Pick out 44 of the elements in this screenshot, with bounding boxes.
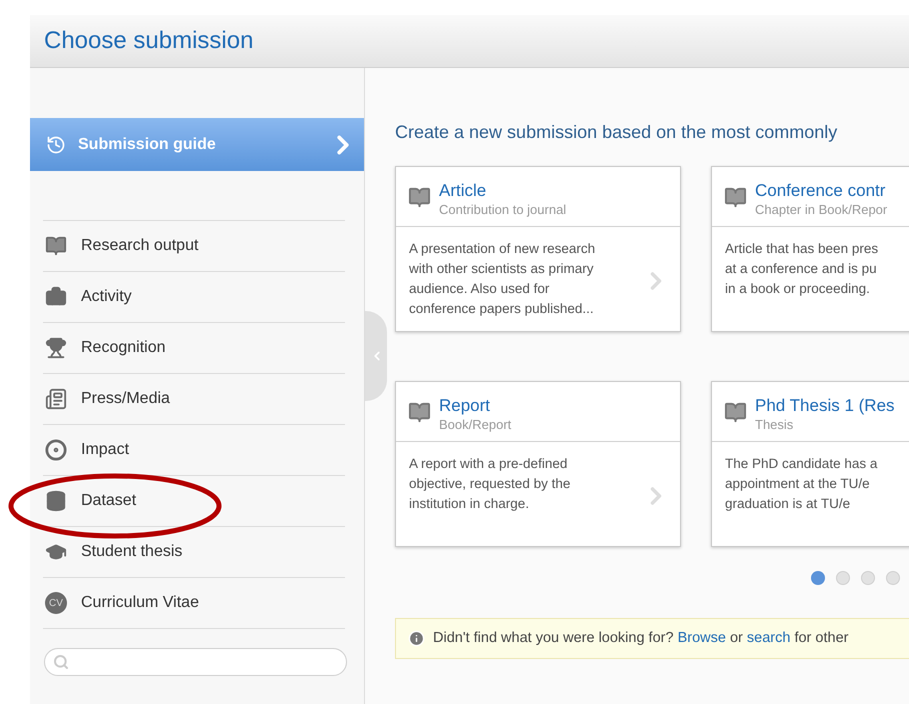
cv-icon: CV: [45, 592, 67, 614]
sidebar-item[interactable]: Impact: [43, 425, 345, 476]
card-title: Report: [439, 396, 492, 416]
card-subtitle: Chapter in Book/Repor: [755, 201, 888, 219]
database-icon: [45, 490, 67, 512]
submission-card[interactable]: Article Contribution to journal A presentation of new research with other scientists as primary audience. Also used for conference papers published...: [395, 166, 681, 332]
history-icon: [46, 134, 66, 154]
submission-card[interactable]: Phd Thesis 1 (Res Thesis The PhD candidate has a appointment at the TU/e graduation is at TU/e: [711, 381, 909, 547]
card-subtitle: Thesis: [755, 416, 794, 434]
book-icon: [408, 186, 431, 209]
card-subtitle: Contribution to journal: [439, 201, 566, 219]
briefcase-icon: [45, 286, 67, 308]
target-icon: [45, 439, 67, 461]
sidebar-item[interactable]: Activity: [43, 272, 345, 323]
search-field[interactable]: [44, 648, 347, 676]
card-title: Phd Thesis 1 (Res: [755, 396, 895, 416]
submission-card[interactable]: Report Book/Report A report with a pre-defined objective, requested by the institution in charge.: [395, 381, 681, 547]
sidebar-item[interactable]: Recognition: [43, 323, 345, 374]
card-subtitle: Book/Report: [439, 416, 512, 434]
card-description: A presentation of new research with other scientists as primary audience. Also used for conference papers published...: [409, 240, 596, 318]
trophy-icon: [45, 337, 67, 359]
submission-card[interactable]: Conference contr Chapter in Book/Repor Article that has been pres at a conference and is pu in a book or proceeding.: [711, 166, 909, 332]
sidebar-item[interactable]: Press/Media: [43, 374, 345, 425]
card-title: Article: [439, 181, 488, 201]
browse-link[interactable]: Browse: [678, 630, 726, 646]
book-icon: [724, 401, 747, 424]
book-icon: [45, 235, 67, 257]
card-description: Article that has been pres at a conference and is pu in a book or proceeding.: [725, 240, 878, 298]
sidebar-item[interactable]: CV Curriculum Vitae: [43, 578, 345, 629]
search-icon: [53, 654, 69, 670]
section-heading: Create a new submission based on the most commonly: [395, 121, 838, 144]
card-description: The PhD candidate has a appointment at the TU/e graduation is at TU/e: [725, 455, 878, 513]
newspaper-icon: [45, 388, 67, 410]
search-link[interactable]: search: [746, 630, 790, 646]
book-icon: [724, 186, 747, 209]
page-title: Choose submission: [44, 26, 254, 56]
sidebar-item[interactable]: Research output: [43, 221, 345, 272]
notice-text: Didn't find what you were looking for? Browse or search for other: [433, 628, 848, 648]
card-description: A report with a pre-defined objective, requested by the institution in charge.: [409, 455, 570, 513]
book-icon: [408, 401, 431, 424]
sidebar-item[interactable]: Student thesis: [43, 527, 345, 578]
sidebar-item[interactable]: Dataset: [43, 476, 345, 527]
card-title: Conference contr: [755, 181, 886, 201]
info-icon: [408, 630, 425, 647]
